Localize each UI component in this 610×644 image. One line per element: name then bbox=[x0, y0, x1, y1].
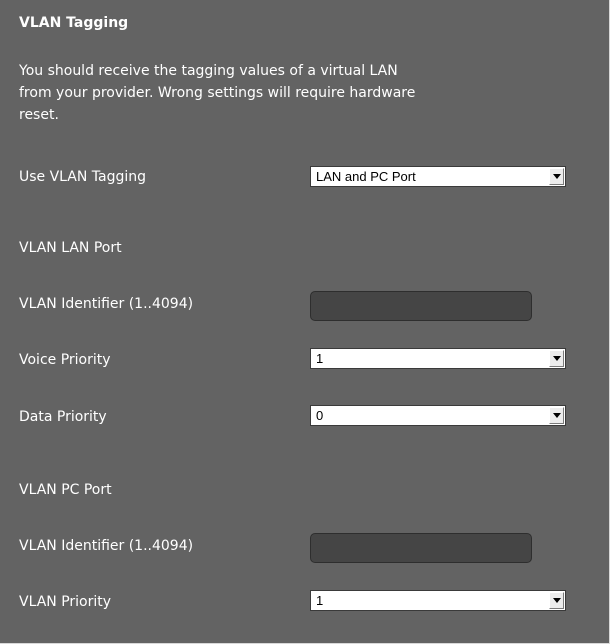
voice-priority-select[interactable]: 1 bbox=[310, 348, 566, 369]
lan-vlan-identifier-input[interactable] bbox=[310, 291, 532, 321]
use-vlan-tagging-select[interactable]: LAN and PC Port bbox=[310, 166, 566, 187]
data-priority-label: Data Priority bbox=[19, 409, 107, 425]
section-description: You should receive the tagging values of… bbox=[19, 60, 489, 126]
chevron-down-icon bbox=[553, 598, 561, 603]
chevron-down-icon bbox=[553, 356, 561, 361]
description-line: from your provider. Wrong settings will … bbox=[19, 85, 416, 101]
description-line: You should receive the tagging values of… bbox=[19, 63, 398, 79]
data-priority-value: 0 bbox=[316, 408, 324, 423]
section-title: VLAN Tagging bbox=[19, 15, 129, 31]
dropdown-button[interactable] bbox=[549, 350, 564, 367]
description-line: reset. bbox=[19, 107, 59, 123]
voice-priority-value: 1 bbox=[316, 351, 324, 366]
vlan-lan-port-heading: VLAN LAN Port bbox=[19, 240, 122, 256]
use-vlan-tagging-value: LAN and PC Port bbox=[316, 169, 416, 184]
dropdown-button[interactable] bbox=[549, 407, 564, 424]
voice-priority-label: Voice Priority bbox=[19, 352, 111, 368]
dropdown-button[interactable] bbox=[549, 168, 564, 185]
chevron-down-icon bbox=[553, 174, 561, 179]
lan-vlan-identifier-label: VLAN Identifier (1..4094) bbox=[19, 296, 194, 312]
vlan-priority-select[interactable]: 1 bbox=[310, 590, 566, 611]
vlan-priority-label: VLAN Priority bbox=[19, 594, 112, 610]
pc-vlan-identifier-label: VLAN Identifier (1..4094) bbox=[19, 538, 194, 554]
use-vlan-tagging-label: Use VLAN Tagging bbox=[19, 169, 147, 185]
vlan-priority-value: 1 bbox=[316, 593, 324, 608]
data-priority-select[interactable]: 0 bbox=[310, 405, 566, 426]
pc-vlan-identifier-input[interactable] bbox=[310, 533, 532, 563]
chevron-down-icon bbox=[553, 413, 561, 418]
vlan-pc-port-heading: VLAN PC Port bbox=[19, 482, 112, 498]
vlan-tagging-panel: VLAN Tagging You should receive the tagg… bbox=[0, 0, 610, 644]
dropdown-button[interactable] bbox=[549, 592, 564, 609]
